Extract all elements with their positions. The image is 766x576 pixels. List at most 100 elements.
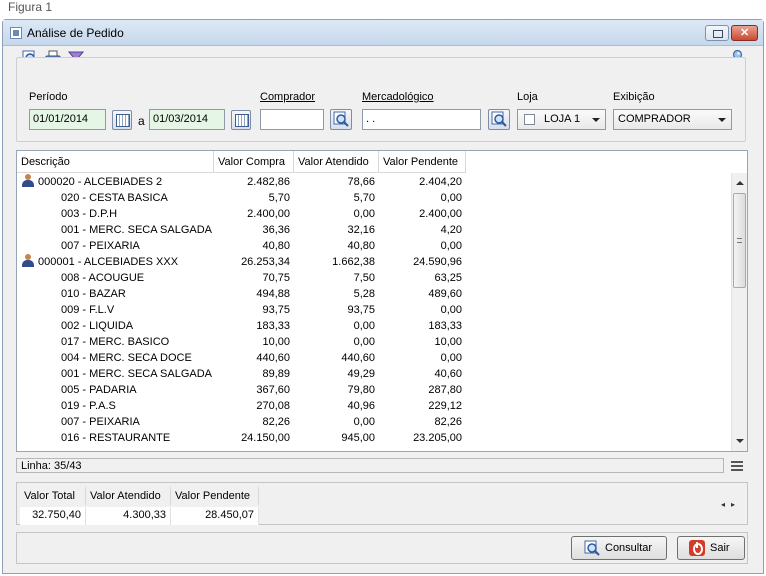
search-icon <box>584 540 600 556</box>
footer-bar: Consultar Sair <box>16 532 748 564</box>
cell-descricao-text: 007 - PEIXARIA <box>61 416 140 428</box>
cell-valor-pendente: 229,12 <box>428 400 462 412</box>
scroll-up-icon[interactable] <box>736 181 744 185</box>
cell-valor-pendente: 4,20 <box>440 224 462 236</box>
exibicao-combo[interactable]: COMPRADOR <box>613 109 732 130</box>
cell-valor-atendido: 0,00 <box>353 336 375 348</box>
cell-valor-atendido: 7,50 <box>353 272 375 284</box>
menu-icon[interactable] <box>731 461 743 471</box>
cell-valor-atendido: 0,00 <box>353 320 375 332</box>
scroll-left-right-icon[interactable]: ◂▸ <box>721 500 741 509</box>
loja-combo[interactable]: LOJA 1 <box>517 109 606 130</box>
cell-descricao: 017 - MERC. BASICO <box>17 334 214 350</box>
total-header-valor-total: Valor Total <box>20 487 86 505</box>
power-icon <box>689 540 705 556</box>
restore-button[interactable] <box>705 25 729 41</box>
comprador-lookup-button[interactable] <box>330 109 352 130</box>
consultar-button[interactable]: Consultar <box>571 536 667 560</box>
cell-valor-atendido: 0,00 <box>353 208 375 220</box>
cell-descricao-text: 009 - F.L.V <box>61 304 115 316</box>
calendar-from-icon[interactable] <box>112 110 132 130</box>
cell-valor-atendido: 5,28 <box>353 288 375 300</box>
scroll-down-icon[interactable] <box>736 439 744 443</box>
grid-header: Descrição Valor Compra Valor Atendido Va… <box>17 151 466 173</box>
table-row[interactable]: 005 - PADARIA 367,60 79,80 287,80 <box>17 382 733 398</box>
cell-valor-pendente: 183,33 <box>428 320 462 332</box>
cell-descricao-text: 001 - MERC. SECA SALGADA <box>61 224 212 236</box>
cell-valor-pendente: 287,80 <box>428 384 462 396</box>
table-row[interactable]: 007 - PEIXARIA 82,26 0,00 82,26 <box>17 414 733 430</box>
cell-valor-pendente: 0,00 <box>440 192 462 204</box>
cell-descricao-text: 010 - BAZAR <box>61 288 126 300</box>
cell-descricao: 001 - MERC. SECA SALGADA <box>17 222 214 238</box>
table-row[interactable]: 001 - MERC. SECA SALGADA 89,89 49,29 40,60 <box>17 366 733 382</box>
table-row[interactable]: 017 - MERC. BASICO 10,00 0,00 10,00 <box>17 334 733 350</box>
mercadologico-lookup-button[interactable] <box>488 109 510 130</box>
table-row[interactable]: 002 - LIQUIDA 183,33 0,00 183,33 <box>17 318 733 334</box>
mercadologico-field[interactable]: . . <box>362 109 481 130</box>
cell-valor-pendente: 489,60 <box>428 288 462 300</box>
cell-valor-compra: 93,75 <box>262 304 290 316</box>
cell-valor-pendente: 23.205,00 <box>413 432 462 444</box>
table-row[interactable]: 019 - P.A.S 270,08 40,96 229,12 <box>17 398 733 414</box>
table-row[interactable]: 003 - D.P.H 2.400,00 0,00 2.400,00 <box>17 206 733 222</box>
cell-descricao: 000020 - ALCEBIADES 2 <box>17 174 214 190</box>
cell-valor-compra: 494,88 <box>256 288 290 300</box>
cell-descricao-text: 005 - PADARIA <box>61 384 137 396</box>
vertical-scrollbar[interactable] <box>731 173 747 451</box>
cell-valor-pendente: 2.400,00 <box>419 208 462 220</box>
table-row[interactable]: 000001 - ALCEBIADES XXX 26.253,34 1.662,38… <box>17 254 733 270</box>
loja-checkbox[interactable] <box>524 114 535 125</box>
cell-valor-compra: 440,60 <box>256 352 290 364</box>
cell-descricao-text: 000001 - ALCEBIADES XXX <box>38 256 179 268</box>
periodo-label: Período <box>29 91 68 103</box>
cell-valor-atendido: 40,80 <box>347 240 375 252</box>
table-row[interactable]: 008 - ACOUGUE 70,75 7,50 63,25 <box>17 270 733 286</box>
table-row[interactable]: 020 - CESTA BASICA 5,70 5,70 0,00 <box>17 190 733 206</box>
cell-valor-atendido: 32,16 <box>347 224 375 236</box>
cell-valor-pendente: 2.404,20 <box>419 176 462 188</box>
table-row[interactable]: 007 - PEIXARIA 40,80 40,80 0,00 <box>17 238 733 254</box>
exibicao-value: COMPRADOR <box>618 113 691 125</box>
lookup-search-icon <box>491 111 507 127</box>
date-to-field[interactable]: 01/03/2014 <box>149 109 225 130</box>
cell-descricao-text: 019 - P.A.S <box>61 400 116 412</box>
cell-valor-compra: 183,33 <box>256 320 290 332</box>
table-row[interactable]: 001 - MERC. SECA SALGADA 36,36 32,16 4,20 <box>17 222 733 238</box>
calendar-to-icon[interactable] <box>231 110 251 130</box>
date-from-field[interactable]: 01/01/2014 <box>29 109 106 130</box>
cell-valor-compra: 40,80 <box>262 240 290 252</box>
cell-descricao: 008 - ACOUGUE <box>17 270 214 286</box>
cell-valor-compra: 36,36 <box>262 224 290 236</box>
cell-valor-atendido: 49,29 <box>347 368 375 380</box>
column-header-valor-atendido[interactable]: Valor Atendido <box>294 151 379 173</box>
scroll-thumb[interactable] <box>733 193 746 288</box>
cell-valor-pendente: 0,00 <box>440 240 462 252</box>
lookup-search-icon <box>333 111 349 127</box>
cell-descricao: 004 - MERC. SECA DOCE <box>17 350 214 366</box>
column-header-valor-pendente[interactable]: Valor Pendente <box>379 151 466 173</box>
totals-panel: Valor Total Valor Atendido Valor Pendent… <box>16 482 748 525</box>
comprador-field[interactable] <box>260 109 324 130</box>
loja-label: Loja <box>517 91 538 103</box>
user-icon <box>21 254 35 267</box>
cell-valor-atendido: 40,96 <box>347 400 375 412</box>
table-row[interactable]: 000020 - ALCEBIADES 2 2.482,86 78,66 2.404,… <box>17 174 733 190</box>
cell-valor-atendido: 79,80 <box>347 384 375 396</box>
cell-descricao: 005 - PADARIA <box>17 382 214 398</box>
table-row[interactable]: 004 - MERC. SECA DOCE 440,60 440,60 0,00 <box>17 350 733 366</box>
table-row[interactable]: 009 - F.L.V 93,75 93,75 0,00 <box>17 302 733 318</box>
table-row[interactable]: 010 - BAZAR 494,88 5,28 489,60 <box>17 286 733 302</box>
column-header-descricao[interactable]: Descrição <box>17 151 214 173</box>
cell-valor-pendente: 10,00 <box>434 336 462 348</box>
cell-valor-pendente: 82,26 <box>434 416 462 428</box>
cell-descricao-text: 017 - MERC. BASICO <box>61 336 170 348</box>
sair-button[interactable]: Sair <box>677 536 745 560</box>
column-header-valor-compra[interactable]: Valor Compra <box>214 151 294 173</box>
table-row[interactable]: 016 - RESTAURANTE 24.150,00 945,00 23.205,0… <box>17 430 733 446</box>
cell-descricao: 009 - F.L.V <box>17 302 214 318</box>
cell-valor-pendente: 40,60 <box>434 368 462 380</box>
close-button[interactable] <box>731 25 758 41</box>
cell-descricao: 020 - CESTA BASICA <box>17 190 214 206</box>
sair-label: Sair <box>710 542 730 554</box>
